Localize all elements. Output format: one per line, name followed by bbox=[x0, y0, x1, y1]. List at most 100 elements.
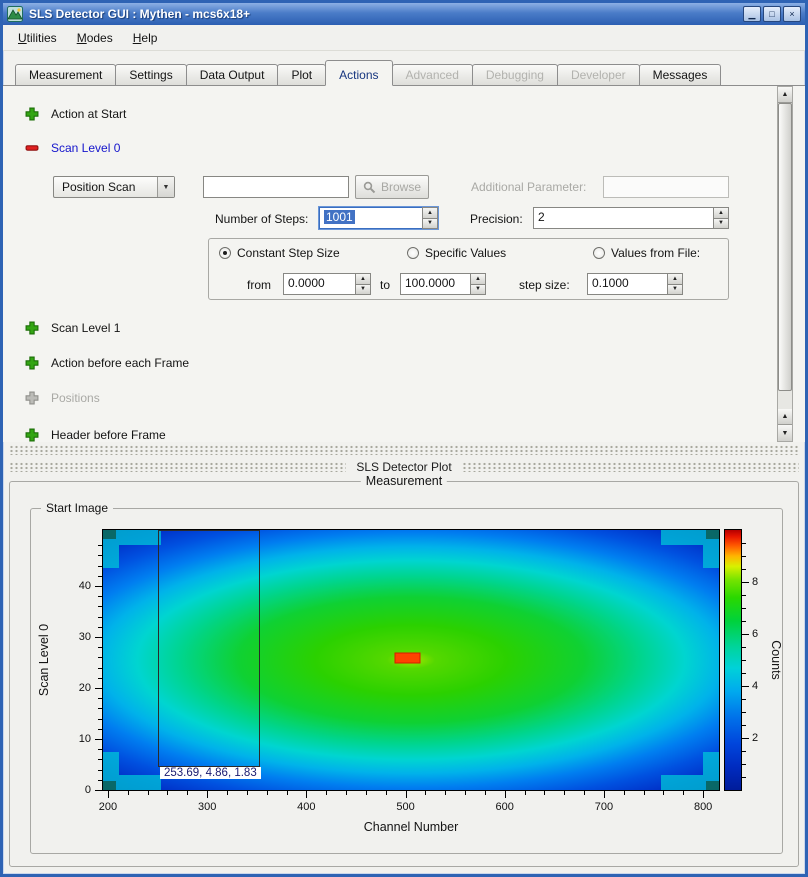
title-bar[interactable]: SLS Detector GUI : Mythen - mcs6x18+ ▁ □… bbox=[3, 3, 805, 25]
maximize-button[interactable]: □ bbox=[763, 6, 781, 22]
spin-down-button[interactable]: ▼ bbox=[667, 285, 683, 296]
spin-up-button[interactable]: ▲ bbox=[667, 273, 683, 285]
tick-mark bbox=[326, 791, 327, 795]
menu-utilities[interactable]: Utilities bbox=[11, 28, 64, 48]
tick-mark bbox=[525, 791, 526, 795]
scrollbar-thumb[interactable] bbox=[778, 103, 792, 391]
measurement-group-title: Measurement bbox=[361, 474, 447, 488]
tick-mark bbox=[386, 791, 387, 795]
tick-label: 20 bbox=[79, 682, 91, 694]
radio-values-from-file[interactable]: Values from File: bbox=[593, 246, 700, 260]
scroll-up-button[interactable]: ▲ bbox=[778, 87, 792, 103]
tick-mark bbox=[227, 791, 228, 795]
tick-mark bbox=[742, 595, 746, 596]
tick-mark bbox=[366, 791, 367, 795]
spin-down-button[interactable]: ▼ bbox=[713, 219, 729, 230]
dock-dots-left bbox=[9, 462, 346, 472]
spin-value-field[interactable]: 1001 bbox=[319, 207, 422, 229]
tick-mark bbox=[564, 791, 565, 795]
tick-mark bbox=[742, 751, 746, 752]
spin-down-button[interactable]: ▼ bbox=[470, 285, 486, 296]
scan-level-0-row[interactable]: Scan Level 0 bbox=[25, 140, 120, 156]
precision-value: 2 bbox=[538, 210, 545, 224]
scroll-down-button[interactable]: ▼ bbox=[778, 425, 792, 441]
spin-down-button[interactable]: ▼ bbox=[355, 285, 371, 296]
radio-dot-icon bbox=[593, 247, 605, 259]
tick-mark bbox=[683, 791, 684, 795]
scan-mode-value: Position Scan bbox=[54, 180, 157, 194]
tick-mark bbox=[148, 791, 149, 795]
spin-up-button[interactable]: ▲ bbox=[422, 207, 438, 219]
spin-up-button[interactable]: ▲ bbox=[713, 207, 729, 219]
tick-mark bbox=[425, 791, 426, 795]
precision-spinbox[interactable]: 2 ▲ ▼ bbox=[533, 207, 729, 229]
tab-actions[interactable]: Actions bbox=[325, 60, 392, 86]
tab-measurement[interactable]: Measurement bbox=[15, 64, 116, 85]
menu-modes[interactable]: Modes bbox=[70, 28, 120, 48]
tick-mark bbox=[267, 791, 268, 795]
spin-value-field[interactable]: 0.0000 bbox=[283, 273, 355, 295]
scan-script-input[interactable] bbox=[203, 176, 349, 198]
action-row-label: Positions bbox=[51, 391, 100, 405]
scroll-up-button-bottom[interactable]: ▲ bbox=[778, 409, 792, 425]
tick-mark bbox=[406, 791, 407, 798]
tick-mark bbox=[108, 791, 109, 798]
actions-pane: Action at Start Scan Level 0 Position Sc… bbox=[3, 86, 805, 442]
spin-up-button[interactable]: ▲ bbox=[355, 273, 371, 285]
tick-mark bbox=[95, 688, 102, 689]
tick-mark bbox=[346, 791, 347, 795]
chevron-down-icon[interactable]: ▼ bbox=[157, 177, 174, 197]
action-before-frame-row[interactable]: Action before each Frame bbox=[25, 355, 189, 371]
spin-value-field[interactable]: 0.1000 bbox=[587, 273, 667, 295]
tab-settings[interactable]: Settings bbox=[115, 64, 186, 85]
minimize-button[interactable]: ▁ bbox=[743, 6, 761, 22]
menu-help[interactable]: Help bbox=[126, 28, 165, 48]
tick-mark bbox=[167, 791, 168, 795]
spin-value-field[interactable]: 2 bbox=[533, 207, 713, 229]
radio-constant-step-size[interactable]: Constant Step Size bbox=[219, 246, 340, 260]
x-axis-title: Channel Number bbox=[103, 820, 719, 834]
step-size-spinbox[interactable]: 0.1000 ▲ ▼ bbox=[587, 273, 683, 295]
spin-value-field[interactable]: 100.0000 bbox=[400, 273, 470, 295]
tab-advanced: Advanced bbox=[392, 64, 473, 85]
tick-label: 6 bbox=[752, 628, 758, 640]
colorbar bbox=[724, 529, 742, 791]
plus-icon bbox=[25, 356, 39, 370]
radio-dot-icon bbox=[219, 247, 231, 259]
to-spinbox[interactable]: 100.0000 ▲ ▼ bbox=[400, 273, 486, 295]
step-size-value: 0.1000 bbox=[592, 276, 629, 290]
start-image-title: Start Image bbox=[41, 501, 113, 515]
scan-level-1-row[interactable]: Scan Level 1 bbox=[25, 320, 120, 336]
app-window: SLS Detector GUI : Mythen - mcs6x18+ ▁ □… bbox=[0, 0, 808, 877]
tick-mark bbox=[505, 791, 506, 798]
radio-specific-values[interactable]: Specific Values bbox=[407, 246, 506, 260]
vertical-scrollbar[interactable]: ▲ ▲ ▼ bbox=[777, 86, 793, 442]
tick-mark bbox=[128, 791, 129, 795]
tab-messages[interactable]: Messages bbox=[639, 64, 722, 85]
tick-mark bbox=[742, 647, 746, 648]
action-row-label: Header before Frame bbox=[51, 428, 166, 442]
tab-data-output[interactable]: Data Output bbox=[186, 64, 279, 85]
spin-up-button[interactable]: ▲ bbox=[470, 273, 486, 285]
zoom-selection-rect bbox=[158, 530, 260, 767]
tick-mark bbox=[95, 790, 102, 791]
plot-canvas[interactable]: 253.69, 4.86, 1.83 bbox=[102, 529, 720, 791]
scan-mode-select[interactable]: Position Scan ▼ bbox=[53, 176, 175, 198]
dock-dots-right bbox=[462, 462, 799, 472]
tab-plot[interactable]: Plot bbox=[277, 64, 326, 85]
colorbar-tick-marks bbox=[742, 530, 750, 790]
additional-parameter-input bbox=[603, 176, 729, 198]
plus-icon bbox=[25, 391, 39, 405]
number-of-steps-label: Number of Steps: bbox=[215, 212, 308, 226]
action-at-start-row[interactable]: Action at Start bbox=[25, 106, 126, 122]
splitter-handle[interactable] bbox=[9, 445, 799, 455]
number-of-steps-spinbox[interactable]: 1001 ▲ ▼ bbox=[319, 207, 438, 229]
spin-down-button[interactable]: ▼ bbox=[422, 219, 438, 230]
close-button[interactable]: × bbox=[783, 6, 801, 22]
from-spinbox[interactable]: 0.0000 ▲ ▼ bbox=[283, 273, 371, 295]
header-before-frame-row[interactable]: Header before Frame bbox=[25, 427, 166, 442]
magnifier-icon bbox=[363, 181, 376, 194]
x-tick-marks bbox=[103, 791, 719, 799]
tick-mark bbox=[445, 791, 446, 795]
tick-mark bbox=[742, 738, 749, 739]
